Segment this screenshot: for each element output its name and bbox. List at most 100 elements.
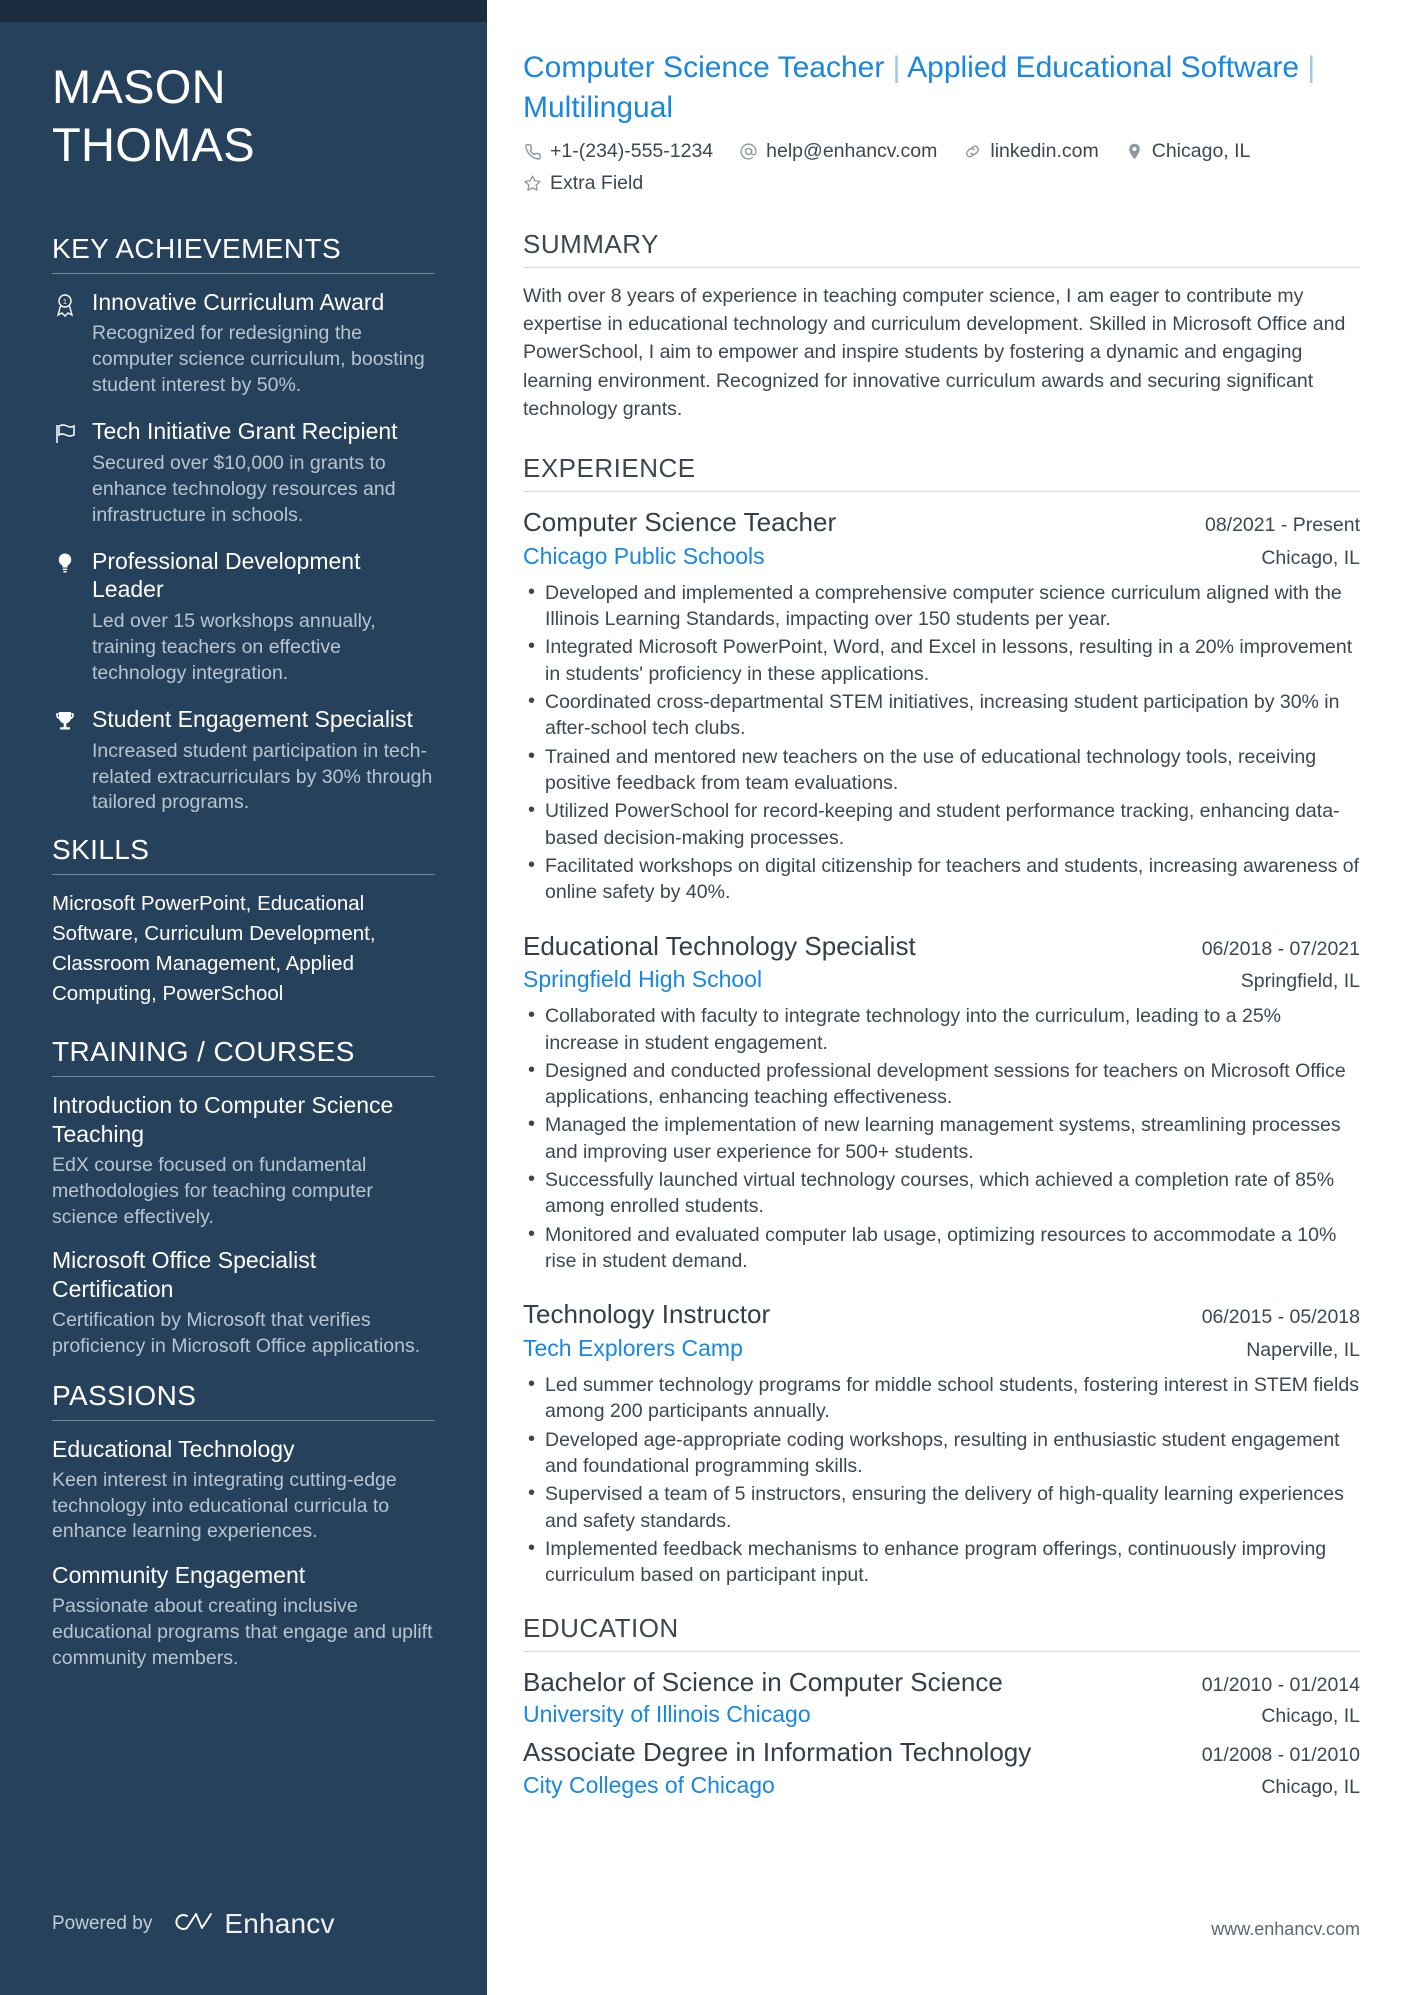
achievement-item: 1 Innovative Curriculum Award Recognized… — [52, 288, 435, 400]
job-bullet: Integrated Microsoft PowerPoint, Word, a… — [523, 633, 1360, 687]
course-item: Introduction to Computer Science Teachin… — [52, 1091, 435, 1230]
course-title: Introduction to Computer Science Teachin… — [52, 1092, 394, 1147]
section-summary: SUMMARY With over 8 years of experience … — [523, 229, 1360, 423]
section-heading: SUMMARY — [523, 228, 659, 259]
passion-title: Educational Technology — [52, 1435, 295, 1462]
section-skills: SKILLS Microsoft PowerPoint, Educational… — [52, 834, 435, 1008]
headline-part-3: Multilingual — [523, 90, 674, 124]
job-bullet: Developed age-appropriate coding worksho… — [523, 1426, 1360, 1480]
contact-bar: +1-(234)-555-1234 help@enhancv.com linke… — [523, 140, 1360, 195]
contact-extra-field: Extra Field — [523, 172, 643, 195]
school-location: Chicago, IL — [1261, 1705, 1360, 1728]
job-bullet: Trained and mentored new teachers on the… — [523, 743, 1360, 797]
contact-value: +1-(234)-555-1234 — [550, 139, 714, 162]
professional-headline: Computer Science Teacher | Applied Educa… — [523, 48, 1360, 128]
job-bullet-list: Led summer technology programs for middl… — [523, 1371, 1360, 1589]
section-passions: PASSIONS Educational Technology Keen int… — [52, 1380, 435, 1672]
job-bullet: Successfully launched virtual technology… — [523, 1166, 1360, 1220]
divider — [52, 1076, 435, 1078]
star-icon — [523, 174, 542, 193]
job-company[interactable]: Tech Explorers Camp — [523, 1334, 743, 1364]
education-entry: Bachelor of Science in Computer Science … — [523, 1666, 1360, 1731]
contact-value: Extra Field — [550, 171, 644, 194]
skills-list: Microsoft PowerPoint, Educational Softwa… — [52, 892, 376, 1005]
sidebar-footer-branding: Powered by Enhancv — [52, 1908, 335, 1940]
job-bullet: Managed the implementation of new learni… — [523, 1111, 1360, 1165]
headline-part-1: Computer Science Teacher — [523, 51, 885, 84]
job-bullet: Coordinated cross-departmental STEM init… — [523, 688, 1360, 742]
name-last-line: THOMAS — [52, 118, 255, 172]
passion-item: Educational Technology Keen interest in … — [52, 1435, 435, 1546]
achievement-item: Tech Initiative Grant Recipient Secured … — [52, 417, 435, 529]
achievement-title: Professional Development Leader — [92, 547, 361, 603]
passion-title: Community Engagement — [52, 1562, 306, 1589]
lightbulb-icon — [52, 547, 78, 576]
section-key-achievements: KEY ACHIEVEMENTS 1 Innovative Curriculum… — [52, 233, 435, 817]
experience-entry: Computer Science Teacher 08/2021 - Prese… — [523, 506, 1360, 905]
passion-desc: Keen interest in integrating cutting-edg… — [52, 1468, 397, 1543]
job-bullet: Supervised a team of 5 instructors, ensu… — [523, 1480, 1360, 1534]
degree-dates: 01/2010 - 01/2014 — [1201, 1673, 1360, 1696]
enhancv-logo-icon — [170, 1909, 214, 1940]
svg-text:1: 1 — [63, 299, 67, 306]
job-bullet: Collaborated with faculty to integrate t… — [523, 1002, 1360, 1056]
achievement-desc: Secured over $10,000 in grants to enhanc… — [92, 451, 396, 526]
at-email-icon — [739, 142, 758, 161]
job-bullet: Facilitated workshops on digital citizen… — [523, 852, 1360, 906]
job-bullet: Monitored and evaluated computer lab usa… — [523, 1221, 1360, 1275]
job-bullet-list: Collaborated with faculty to integrate t… — [523, 1002, 1360, 1275]
enhancv-wordmark: Enhancv — [224, 1908, 335, 1939]
job-bullet: Implemented feedback mechanisms to enhan… — [523, 1535, 1360, 1589]
phone-icon — [523, 142, 542, 161]
divider — [52, 874, 435, 876]
contact-location: Chicago, IL — [1125, 140, 1250, 163]
job-dates: 06/2018 - 07/2021 — [1201, 937, 1360, 960]
name-first-line: MASON — [52, 60, 226, 113]
section-heading: EXPERIENCE — [523, 453, 696, 484]
degree-title: Bachelor of Science in Computer Science — [523, 1666, 1003, 1697]
contact-linkedin[interactable]: linkedin.com — [963, 140, 1099, 163]
summary-text: With over 8 years of experience in teach… — [523, 284, 1346, 420]
job-dates: 08/2021 - Present — [1204, 514, 1360, 537]
divider — [52, 1419, 435, 1421]
job-location: Chicago, IL — [1261, 546, 1360, 569]
achievement-desc: Led over 15 workshops annually, training… — [92, 610, 376, 684]
sidebar: MASON THOMAS KEY ACHIEVEMENTS 1 Innovati… — [0, 0, 487, 1995]
headline-separator: | — [892, 51, 901, 84]
course-item: Microsoft Office Specialist Certificatio… — [52, 1246, 435, 1359]
achievement-title: Tech Initiative Grant Recipient — [92, 418, 398, 445]
achievement-item: Professional Development Leader Led over… — [52, 547, 435, 687]
job-company[interactable]: Springfield High School — [523, 965, 762, 995]
achievement-title: Student Engagement Specialist — [92, 705, 413, 732]
job-bullet-list: Developed and implemented a comprehensiv… — [523, 579, 1360, 906]
divider — [52, 272, 435, 274]
school-location: Chicago, IL — [1261, 1776, 1360, 1799]
experience-entry: Educational Technology Specialist 06/201… — [523, 930, 1360, 1275]
trophy-icon — [52, 705, 78, 734]
map-pin-icon — [1125, 142, 1144, 161]
education-entry: Associate Degree in Information Technolo… — [523, 1736, 1360, 1801]
school-name[interactable]: University of Illinois Chicago — [523, 1700, 811, 1730]
section-education: EDUCATION Bachelor of Science in Compute… — [523, 1613, 1360, 1801]
headline-separator: | — [1307, 51, 1316, 84]
section-heading: TRAINING / COURSES — [52, 1036, 355, 1068]
job-location: Springfield, IL — [1240, 970, 1360, 993]
main-content: Computer Science Teacher | Applied Educa… — [487, 0, 1410, 1995]
footer-website-url[interactable]: www.enhancv.com — [1211, 1919, 1360, 1940]
job-bullet: Led summer technology programs for middl… — [523, 1371, 1360, 1425]
achievement-title: Innovative Curriculum Award — [92, 288, 385, 315]
headline-part-2: Applied Educational Software — [907, 51, 1300, 84]
job-bullet: Developed and implemented a comprehensiv… — [523, 579, 1360, 633]
contact-email[interactable]: help@enhancv.com — [739, 140, 937, 163]
job-company[interactable]: Chicago Public Schools — [523, 542, 765, 572]
school-name[interactable]: City Colleges of Chicago — [523, 1771, 775, 1801]
sidebar-top-accent-bar — [0, 0, 487, 22]
passion-desc: Passionate about creating inclusive educ… — [52, 1595, 433, 1669]
section-experience: EXPERIENCE Computer Science Teacher 08/2… — [523, 453, 1360, 1588]
divider — [523, 491, 1360, 493]
job-title: Computer Science Teacher — [523, 507, 837, 538]
contact-phone[interactable]: +1-(234)-555-1234 — [523, 140, 713, 163]
achievement-desc: Recognized for redesigning the computer … — [92, 322, 425, 397]
flag-icon — [52, 417, 78, 446]
enhancv-brand: Enhancv — [170, 1908, 335, 1940]
